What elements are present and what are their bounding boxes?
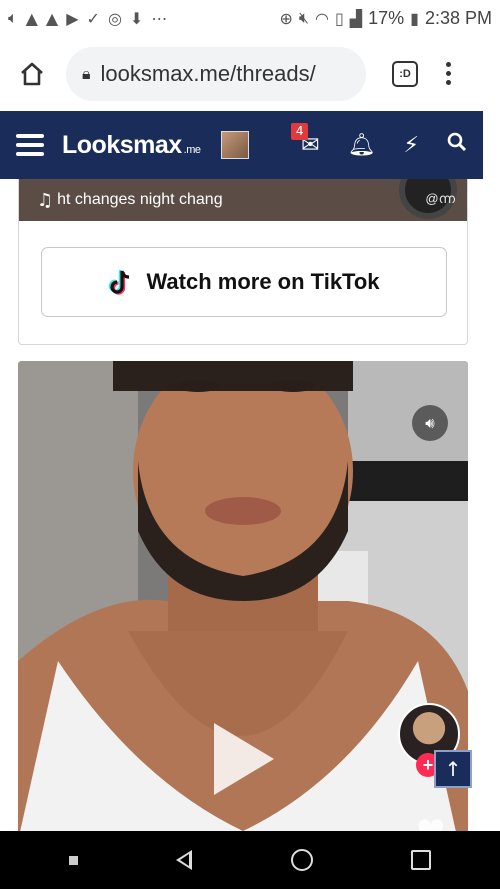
play-button[interactable]	[214, 723, 274, 795]
back-button[interactable]	[176, 850, 193, 870]
system-icons: ⊕ 🔇︎ ◠ ▯ ▟ 17% ▮ 2:38 PM	[280, 8, 492, 29]
no-sim-icon: ▯	[334, 8, 344, 28]
url-text: looksmax.me/threads/	[100, 60, 316, 86]
instagram-icon: ◎	[107, 8, 122, 28]
clock: 2:38 PM	[424, 7, 492, 28]
home-button[interactable]	[12, 54, 52, 94]
thread-content: ♫ ht changes night chang @ന്ന Watch more…	[0, 179, 500, 831]
address-bar[interactable]: 🔒︎ looksmax.me/threads/	[66, 46, 366, 101]
site-header: Looksmax .me ✉ 4 🔔︎ ⚡︎	[0, 111, 483, 179]
search-icon[interactable]	[447, 132, 467, 158]
hamburger-icon[interactable]	[16, 134, 44, 156]
signal-icon: ▟	[349, 8, 363, 28]
logo-text: Looksmax	[62, 130, 182, 159]
site-logo[interactable]: Looksmax .me	[62, 131, 201, 160]
android-icon: ▲	[25, 8, 38, 28]
battery-icon: ▮	[410, 8, 419, 28]
recents-indicator-icon	[69, 855, 79, 865]
music-note-icon: ♫	[37, 189, 54, 211]
notification-icons: 🔈︎ ▲ ▲ ▶ ✓ ◎ ⬇ ⋯	[8, 8, 167, 28]
system-nav-bar	[0, 831, 500, 889]
logo-suffix: .me	[183, 143, 201, 156]
header-actions: ✉ 4 🔔︎ ⚡︎	[291, 122, 467, 158]
dot-icon	[446, 62, 451, 67]
android-icon: ▲	[45, 8, 59, 28]
tiktok-embed-previous: ♫ ht changes night chang @ന്ന Watch more…	[18, 179, 468, 345]
scroll-to-top-button[interactable]: ↑	[434, 750, 472, 788]
volume-icon: 🔈︎	[8, 8, 18, 27]
wifi-icon: ◠	[315, 8, 329, 28]
music-title: ht changes night chang	[57, 191, 223, 208]
battery-level: 17%	[368, 7, 405, 28]
heart-icon[interactable]: ♥	[416, 813, 446, 831]
tiktok-logo-icon	[109, 270, 130, 295]
lock-icon: 🔒︎	[82, 63, 91, 83]
download-icon: ⬇	[129, 8, 144, 28]
tab-switcher-button[interactable]: :D	[392, 60, 418, 87]
music-strip: ♫ ht changes night chang @ന്ന	[19, 179, 467, 221]
overflow-menu-button[interactable]	[446, 62, 451, 85]
check-icon: ✓	[86, 8, 100, 28]
volume-button[interactable]: 🔊︎	[412, 405, 448, 441]
home-icon	[21, 62, 43, 85]
browser-toolbar: 🔒︎ looksmax.me/threads/ :D	[0, 36, 500, 111]
watch-more-label: Watch more on TikTok	[146, 269, 380, 294]
mute-icon: 🔇︎	[298, 8, 310, 27]
creator-handle: @ന്ന	[425, 191, 455, 206]
data-saver-icon: ⊕	[279, 8, 293, 28]
watch-more-tiktok-button[interactable]: Watch more on TikTok	[41, 247, 447, 317]
tiktok-video-player[interactable]: 🔊︎ + ♥	[18, 361, 468, 831]
home-nav-button[interactable]	[290, 849, 313, 871]
dot-icon	[446, 71, 451, 76]
dot-icon	[446, 80, 451, 85]
bell-icon[interactable]: 🔔︎	[348, 133, 376, 158]
lightning-icon[interactable]: ⚡︎	[404, 133, 419, 158]
youtube-icon: ▶	[66, 8, 79, 28]
status-bar: 🔈︎ ▲ ▲ ▶ ✓ ◎ ⬇ ⋯ ⊕ 🔇︎ ◠ ▯ ▟ 17% ▮ 2:38 P…	[0, 0, 500, 36]
overview-button[interactable]	[410, 850, 431, 870]
avatar[interactable]	[220, 131, 249, 159]
inbox-icon[interactable]: ✉ 4	[291, 122, 320, 158]
inbox-badge: 4	[291, 122, 309, 140]
more-icon: ⋯	[151, 8, 168, 28]
